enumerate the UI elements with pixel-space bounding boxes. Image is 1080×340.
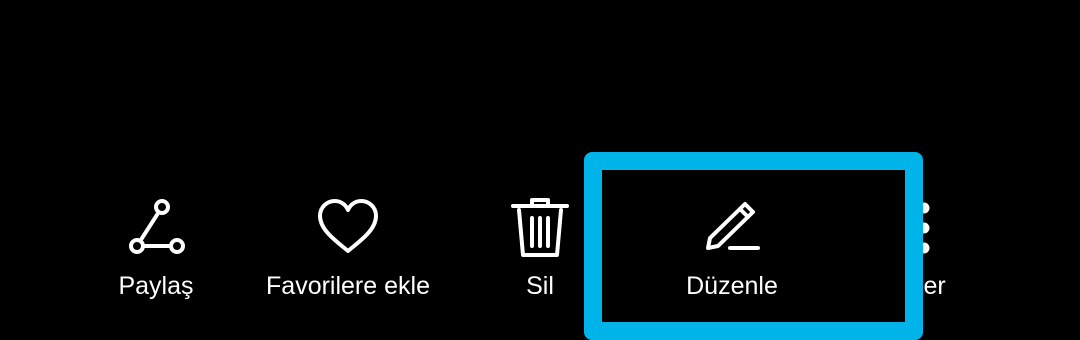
delete-label: Sil [526, 272, 554, 300]
share-icon [124, 196, 188, 260]
more-options-label: iğer [904, 272, 946, 300]
pencil-icon [700, 196, 764, 260]
add-to-favorites-label: Favorilere ekle [266, 272, 430, 300]
share-button[interactable]: Paylaş [96, 196, 216, 306]
more-options-button[interactable]: iğer [880, 196, 990, 306]
edit-label: Düzenle [686, 272, 778, 300]
add-to-favorites-button[interactable]: Favorilere ekle [250, 196, 446, 306]
trash-icon [508, 196, 572, 260]
edit-button[interactable]: Düzenle [640, 196, 824, 306]
heart-icon [316, 196, 380, 260]
more-vertical-icon [892, 196, 956, 260]
share-label: Paylaş [118, 272, 194, 300]
bottom-action-bar: Paylaş Favorilere ekle Sil Düzenle iğer [0, 0, 1080, 340]
delete-button[interactable]: Sil [490, 196, 590, 306]
